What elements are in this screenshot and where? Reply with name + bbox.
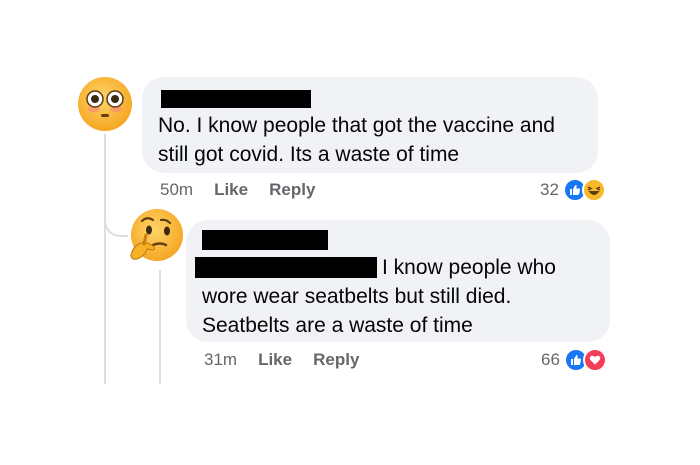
comment-avatar[interactable] <box>77 76 133 132</box>
reply-text-line-3: Seatbelts are a waste of time <box>202 314 473 337</box>
comment-reply-button[interactable]: Reply <box>269 180 315 200</box>
redacted-author-name <box>161 90 311 108</box>
reply-text-line-1: I know people who <box>382 256 556 279</box>
comment-reaction-count: 32 <box>540 180 559 199</box>
comment-like-button[interactable]: Like <box>214 180 248 200</box>
flushed-face-emoji-icon <box>78 77 132 131</box>
comment-text-line-1: No. I know people that got the vaccine a… <box>158 114 555 137</box>
love-icon <box>582 348 607 372</box>
comment-meta: 50m Like Reply <box>160 180 336 200</box>
reply-avatar[interactable] <box>128 208 184 264</box>
reply-bubble: I know people who wore wear seatbelts bu… <box>186 220 610 342</box>
thread-line-main <box>104 134 106 384</box>
reply-reply-button[interactable]: Reply <box>313 350 359 370</box>
comment-reactions[interactable]: 32 <box>540 178 606 202</box>
reply-timestamp[interactable]: 31m <box>204 350 237 370</box>
reply-text-line-2: wore wear seatbelts but still died. <box>202 285 512 308</box>
redacted-mention <box>195 257 377 278</box>
comment-bubble: No. I know people that got the vaccine a… <box>142 77 598 173</box>
reply-like-button[interactable]: Like <box>258 350 292 370</box>
thinking-face-emoji-icon <box>130 209 183 261</box>
thread-line-reply <box>159 270 161 384</box>
reply-reaction-count: 66 <box>541 350 560 369</box>
comment-text-line-2: still got covid. Its a waste of time <box>158 143 460 166</box>
thread-connector-curve <box>104 205 128 237</box>
comment-timestamp[interactable]: 50m <box>160 180 193 200</box>
haha-icon <box>581 178 606 202</box>
redacted-author-name <box>202 230 328 250</box>
reply-reactions[interactable]: 66 <box>541 348 607 372</box>
reply-meta: 31m Like Reply <box>204 350 380 370</box>
